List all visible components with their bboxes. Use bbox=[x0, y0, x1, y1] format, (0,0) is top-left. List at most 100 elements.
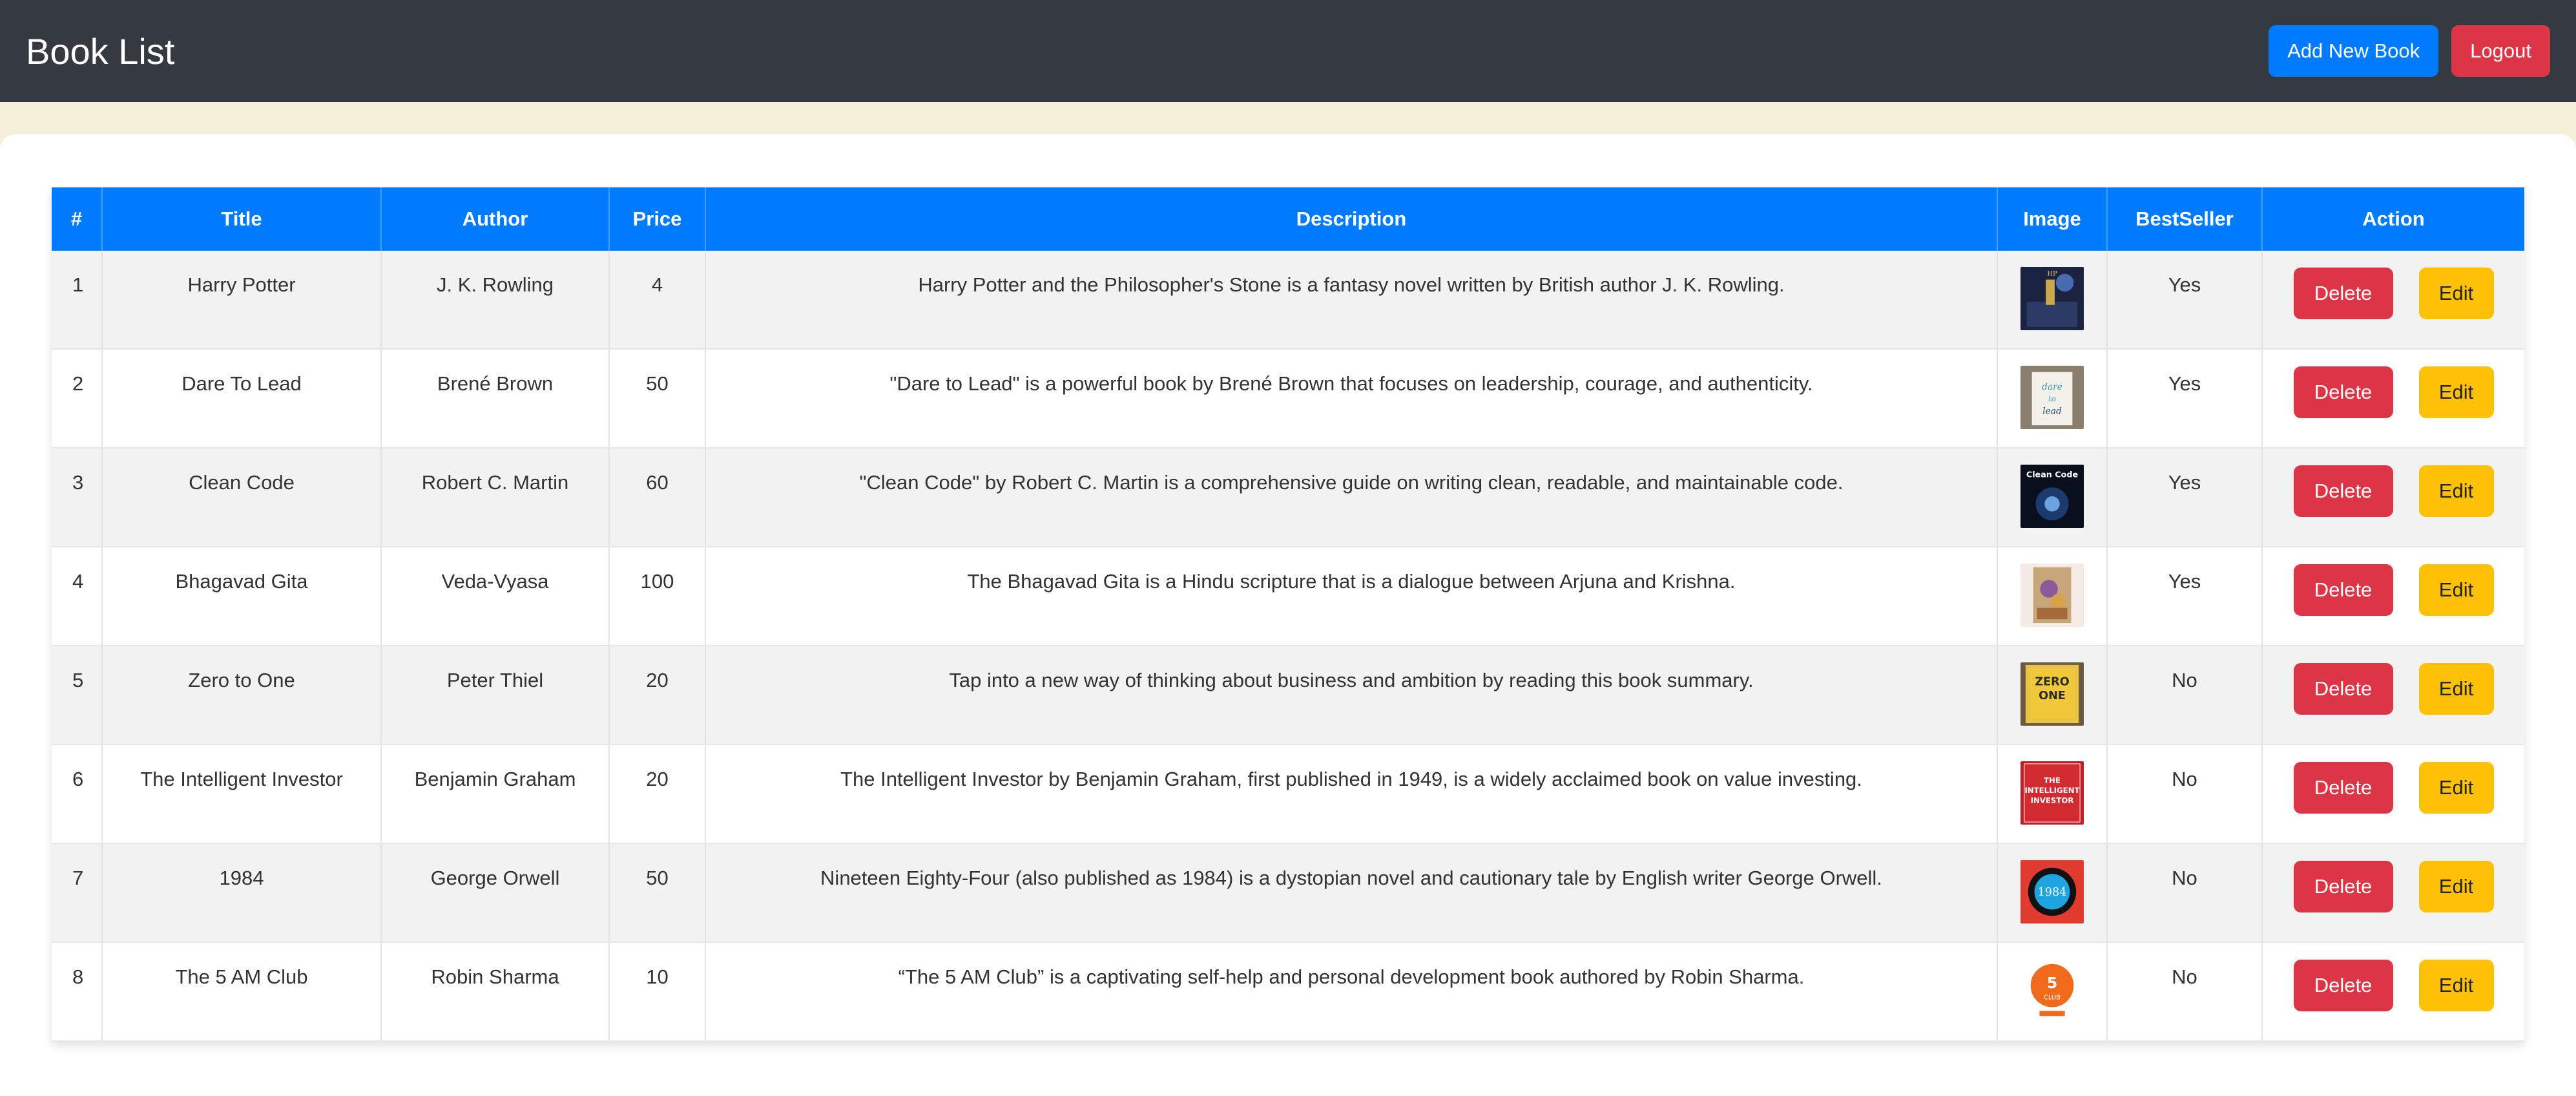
book-description: "Clean Code" by Robert C. Martin is a co… bbox=[705, 448, 1998, 547]
content-card: # Title Author Price Description Image B… bbox=[0, 134, 2576, 1096]
delete-button[interactable]: Delete bbox=[2293, 960, 2393, 1011]
book-image-cell: Clean Code bbox=[1997, 448, 2108, 547]
svg-text:ONE: ONE bbox=[2039, 690, 2066, 702]
column-header-price: Price bbox=[609, 187, 706, 251]
column-header-image: Image bbox=[1997, 187, 2108, 251]
row-number: 8 bbox=[52, 942, 103, 1042]
table-row: 4 Bhagavad Gita Veda-Vyasa 100 The Bhagavad … bbox=[52, 547, 2524, 646]
svg-text:HP: HP bbox=[2047, 271, 2057, 278]
book-table: # Title Author Price Description Image B… bbox=[52, 187, 2524, 1042]
book-price: 20 bbox=[609, 646, 706, 745]
column-header-bestseller: BestSeller bbox=[2107, 187, 2263, 251]
book-actions-cell: Delete Edit bbox=[2262, 251, 2524, 350]
book-actions-cell: Delete Edit bbox=[2262, 646, 2524, 745]
book-price: 100 bbox=[609, 547, 706, 646]
delete-button[interactable]: Delete bbox=[2293, 663, 2393, 715]
book-title: Harry Potter bbox=[102, 251, 382, 350]
table-header: # Title Author Price Description Image B… bbox=[52, 187, 2524, 251]
row-actions: Delete Edit bbox=[2263, 960, 2524, 1011]
book-image-cell: 1984 bbox=[1997, 843, 2108, 943]
book-bestseller: No bbox=[2107, 646, 2263, 745]
row-number: 1 bbox=[52, 251, 103, 350]
svg-text:INTELLIGENT: INTELLIGENT bbox=[2024, 786, 2079, 795]
edit-button[interactable]: Edit bbox=[2418, 366, 2494, 418]
book-description: The Intelligent Investor by Benjamin Gra… bbox=[705, 744, 1998, 844]
logout-button[interactable]: Logout bbox=[2451, 25, 2550, 77]
navbar: Book List Add New Book Logout bbox=[0, 0, 2576, 102]
book-price: 20 bbox=[609, 744, 706, 844]
edit-button[interactable]: Edit bbox=[2418, 564, 2494, 616]
page-background-band bbox=[0, 102, 2576, 133]
delete-button[interactable]: Delete bbox=[2293, 366, 2393, 418]
delete-button[interactable]: Delete bbox=[2293, 465, 2393, 517]
book-author: Veda-Vyasa bbox=[381, 547, 610, 646]
book-author: Peter Thiel bbox=[381, 646, 610, 745]
book-author: Robin Sharma bbox=[381, 942, 610, 1042]
book-bestseller: No bbox=[2107, 843, 2263, 943]
book-bestseller: Yes bbox=[2107, 547, 2263, 646]
svg-text:CLUB: CLUB bbox=[2044, 995, 2061, 1002]
header-actions: Add New Book Logout bbox=[2269, 25, 2550, 77]
delete-button[interactable]: Delete bbox=[2293, 268, 2393, 319]
bhagavad-gita-cover bbox=[2020, 564, 2084, 627]
delete-button[interactable]: Delete bbox=[2293, 564, 2393, 616]
edit-button[interactable]: Edit bbox=[2418, 663, 2494, 715]
book-bestseller: Yes bbox=[2107, 349, 2263, 448]
row-actions: Delete Edit bbox=[2263, 564, 2524, 616]
svg-text:THE: THE bbox=[2044, 775, 2061, 785]
svg-text:lead: lead bbox=[2042, 406, 2062, 416]
delete-button[interactable]: Delete bbox=[2293, 762, 2393, 814]
edit-button[interactable]: Edit bbox=[2418, 762, 2494, 814]
1984-cover: 1984 bbox=[2020, 860, 2084, 923]
book-author: Robert C. Martin bbox=[381, 448, 610, 547]
book-title: 1984 bbox=[102, 843, 382, 943]
book-bestseller: No bbox=[2107, 942, 2263, 1042]
table-row: 8 The 5 AM Club Robin Sharma 10 “The 5 AM Cl… bbox=[52, 942, 2524, 1042]
delete-button[interactable]: Delete bbox=[2293, 861, 2393, 912]
book-image-cell: HP bbox=[1997, 251, 2108, 350]
edit-button[interactable]: Edit bbox=[2418, 268, 2494, 319]
book-price: 4 bbox=[609, 251, 706, 350]
clean-code-cover: Clean Code bbox=[2020, 465, 2084, 528]
book-title: Bhagavad Gita bbox=[102, 547, 382, 646]
book-author: J. K. Rowling bbox=[381, 251, 610, 350]
row-actions: Delete Edit bbox=[2263, 762, 2524, 814]
zero-to-one-cover: ZERO ONE bbox=[2020, 662, 2084, 726]
dare-to-lead-cover: dare to lead bbox=[2020, 366, 2084, 429]
edit-button[interactable]: Edit bbox=[2418, 465, 2494, 517]
book-actions-cell: Delete Edit bbox=[2262, 942, 2524, 1042]
book-actions-cell: Delete Edit bbox=[2262, 448, 2524, 547]
edit-button[interactable]: Edit bbox=[2418, 861, 2494, 912]
book-image-cell: dare to lead bbox=[1997, 349, 2108, 448]
book-price: 60 bbox=[609, 448, 706, 547]
book-author: George Orwell bbox=[381, 843, 610, 943]
book-actions-cell: Delete Edit bbox=[2262, 843, 2524, 943]
5am-club-cover: 5 CLUB bbox=[2020, 959, 2084, 1022]
book-title: The Intelligent Investor bbox=[102, 744, 382, 844]
table-row: 1 Harry Potter J. K. Rowling 4 Harry Potter … bbox=[52, 251, 2524, 350]
book-bestseller: Yes bbox=[2107, 448, 2263, 547]
table-body: 1 Harry Potter J. K. Rowling 4 Harry Potter … bbox=[52, 251, 2524, 1042]
add-new-book-button[interactable]: Add New Book bbox=[2269, 25, 2439, 77]
book-actions-cell: Delete Edit bbox=[2262, 349, 2524, 448]
column-header-title: Title bbox=[102, 187, 382, 251]
book-actions-cell: Delete Edit bbox=[2262, 547, 2524, 646]
svg-text:dare: dare bbox=[2042, 382, 2062, 392]
book-description: The Bhagavad Gita is a Hindu scripture t… bbox=[705, 547, 1998, 646]
table-row: 6 The Intelligent Investor Benjamin Graham… bbox=[52, 744, 2524, 844]
book-price: 50 bbox=[609, 843, 706, 943]
row-actions: Delete Edit bbox=[2263, 465, 2524, 517]
row-actions: Delete Edit bbox=[2263, 268, 2524, 319]
column-header-number: # bbox=[52, 187, 103, 251]
book-author: Benjamin Graham bbox=[381, 744, 610, 844]
book-actions-cell: Delete Edit bbox=[2262, 744, 2524, 844]
edit-button[interactable]: Edit bbox=[2418, 960, 2494, 1011]
book-description: Tap into a new way of thinking about bus… bbox=[705, 646, 1998, 745]
svg-text:ZERO: ZERO bbox=[2035, 675, 2069, 688]
page-title: Book List bbox=[26, 30, 175, 72]
row-actions: Delete Edit bbox=[2263, 366, 2524, 418]
book-image-cell bbox=[1997, 547, 2108, 646]
row-number: 3 bbox=[52, 448, 103, 547]
book-description: “The 5 AM Club” is a captivating self-he… bbox=[705, 942, 1998, 1042]
table-row: 2 Dare To Lead Brené Brown 50 "Dare to Lead"… bbox=[52, 349, 2524, 448]
